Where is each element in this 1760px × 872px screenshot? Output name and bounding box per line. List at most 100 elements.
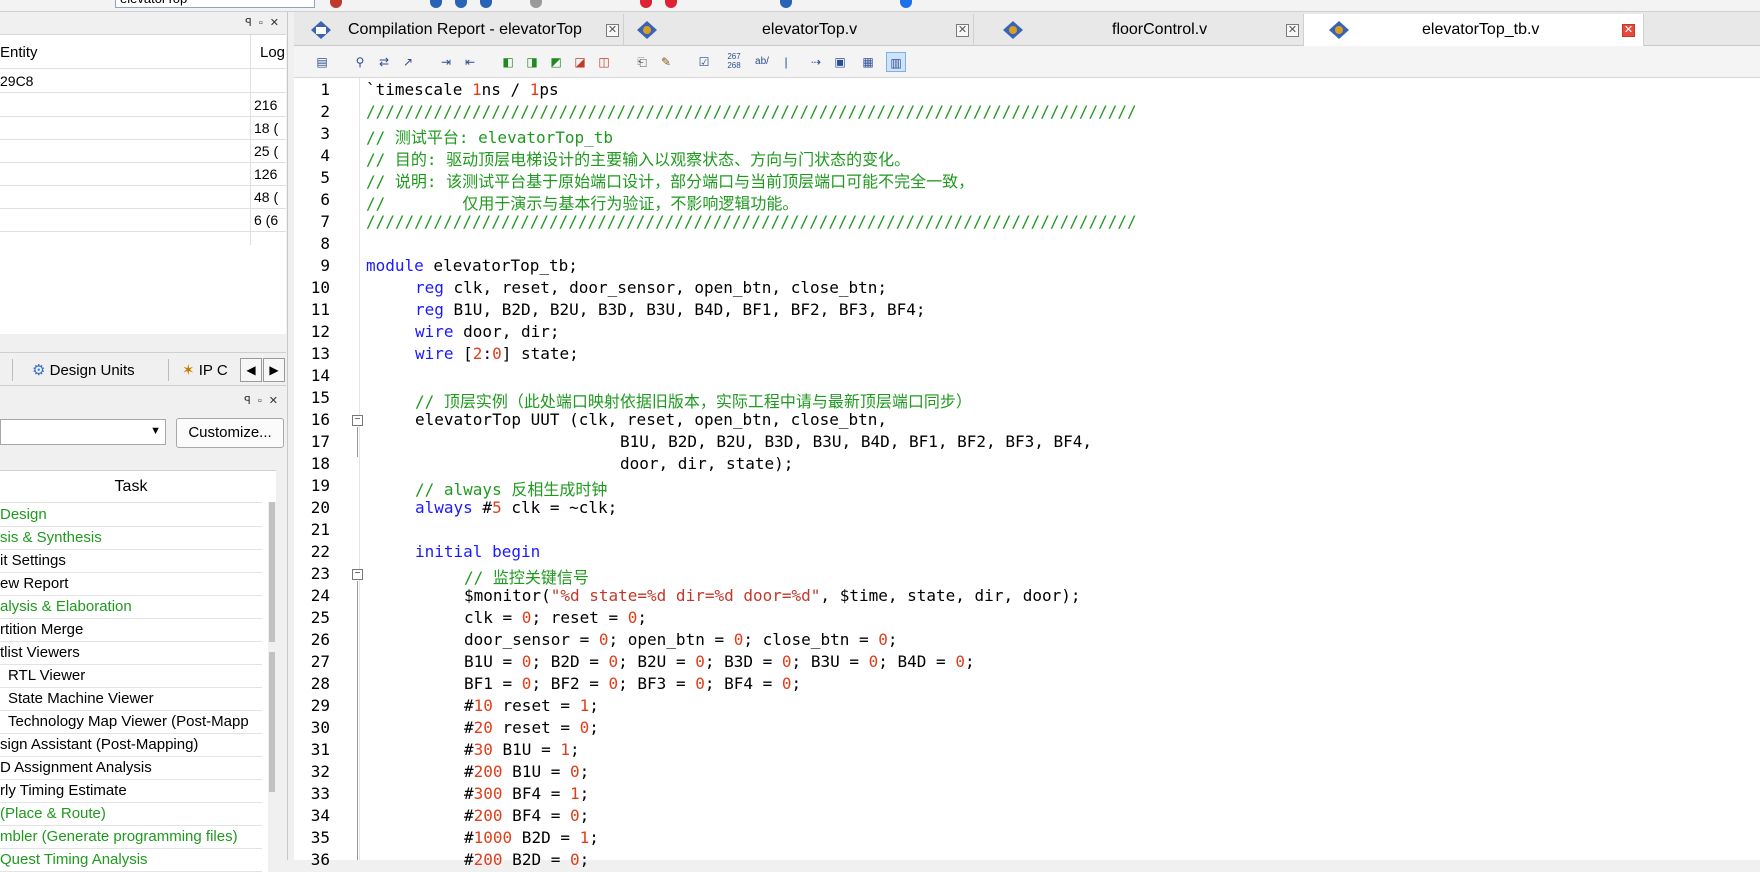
task-item[interactable]: sis & Synthesis bbox=[0, 527, 262, 550]
code-line: reg B1U, B2D, B2U, B3D, B3U, B4D, BF1, B… bbox=[415, 300, 926, 319]
new-window-icon[interactable]: ▤ bbox=[312, 52, 332, 72]
code-line: #200 BF4 = 0; bbox=[464, 806, 590, 825]
line-number-icon[interactable]: 267 268 bbox=[724, 52, 744, 72]
table-row[interactable]: 6 (6 bbox=[0, 209, 286, 232]
goto-icon[interactable]: ↗ bbox=[398, 52, 418, 72]
clear-bookmark-icon[interactable]: ◪ bbox=[570, 52, 590, 72]
unindent-icon[interactable]: ⇤ bbox=[460, 52, 480, 72]
attach-icon[interactable]: ⎗ bbox=[632, 52, 652, 72]
task-list-scrollbar[interactable] bbox=[268, 502, 276, 872]
code-line: initial begin bbox=[415, 542, 541, 561]
line-number: 35 bbox=[310, 828, 330, 847]
line-number: 26 bbox=[310, 630, 330, 649]
line-number: 13 bbox=[310, 344, 330, 363]
compile-icon[interactable] bbox=[330, 0, 342, 8]
insert-icon[interactable]: ⇢ bbox=[806, 52, 826, 72]
code-line: // always 反相生成时钟 bbox=[415, 480, 608, 499]
task-item[interactable]: ew Report bbox=[0, 573, 262, 596]
task-item[interactable]: State Machine Viewer bbox=[0, 688, 262, 711]
stop-icon[interactable] bbox=[640, 0, 652, 8]
search-input[interactable]: elevatorTop bbox=[115, 0, 315, 8]
programmer-icon[interactable] bbox=[780, 0, 792, 8]
table-row[interactable]: 216 bbox=[0, 94, 286, 117]
code-line: // 监控关键信号 bbox=[464, 568, 589, 587]
line-number: 1 bbox=[320, 80, 330, 99]
whitespace-toggle-icon[interactable]: ▥ bbox=[886, 52, 906, 72]
template-icon[interactable]: ✎ bbox=[656, 52, 676, 72]
bookmark-icon[interactable]: ◧ bbox=[498, 52, 518, 72]
table-row[interactable]: 25 ( bbox=[0, 140, 286, 163]
fitter-icon[interactable] bbox=[480, 0, 492, 8]
line-number: 11 bbox=[310, 300, 330, 319]
fold-toggle-icon[interactable]: − bbox=[352, 569, 363, 580]
find-replace-icon[interactable]: ⇄ bbox=[374, 52, 394, 72]
globe-icon[interactable] bbox=[900, 0, 912, 8]
task-item[interactable]: mbler (Generate programming files) bbox=[0, 826, 262, 849]
col-entity: Entity bbox=[0, 44, 38, 61]
task-item[interactable]: sign Assistant (Post-Mapping) bbox=[0, 734, 262, 757]
task-item[interactable]: Technology Map Viewer (Post-Mapp bbox=[0, 711, 262, 734]
close-icon[interactable]: ✕ bbox=[956, 24, 969, 37]
tab-compilation-report[interactable]: Compilation Report - elevatorTop ✕ bbox=[294, 14, 624, 46]
line-number: 8 bbox=[320, 234, 330, 253]
indent-icon[interactable]: ⇥ bbox=[436, 52, 456, 72]
table-row[interactable]: 126 bbox=[0, 163, 286, 186]
tasks-float-close-icon[interactable]: ꟼ ▫ ✕ bbox=[244, 394, 280, 407]
table-row[interactable]: 48 ( bbox=[0, 186, 286, 209]
next-bookmark-icon[interactable]: ◨ bbox=[522, 52, 542, 72]
table-row[interactable]: 29C8 bbox=[0, 70, 286, 93]
tab-scroll-left-button[interactable]: ◀ bbox=[240, 358, 262, 382]
prev-bookmark-icon[interactable]: ◩ bbox=[546, 52, 566, 72]
tab-design-units[interactable]: ⚙ Design Units bbox=[32, 361, 135, 379]
tab-floorcontrol-v[interactable]: floorControl.v ✕ bbox=[974, 14, 1304, 46]
close-icon[interactable]: ✕ bbox=[1622, 24, 1635, 37]
line-number: 32 bbox=[310, 762, 330, 781]
close-icon[interactable]: ✕ bbox=[1286, 24, 1299, 37]
task-item[interactable]: alysis & Elaboration bbox=[0, 596, 262, 619]
start-icon[interactable] bbox=[430, 0, 442, 8]
timing-icon[interactable] bbox=[665, 0, 677, 8]
task-item[interactable]: rly Timing Estimate bbox=[0, 780, 262, 803]
code-line: door, dir, state); bbox=[620, 454, 794, 473]
task-item[interactable]: Quest Timing Analysis bbox=[0, 849, 262, 872]
verilog-file-icon bbox=[1003, 21, 1023, 39]
find-icon[interactable]: ⚲ bbox=[350, 52, 370, 72]
line-number: 12 bbox=[310, 322, 330, 341]
task-item[interactable]: Design bbox=[0, 504, 262, 527]
report-icon bbox=[311, 21, 331, 39]
panel-float-close-icon[interactable]: ꟼ ▫ ✕ bbox=[245, 16, 281, 29]
spell-icon[interactable]: ab/ bbox=[752, 52, 772, 72]
line-number: 28 bbox=[310, 674, 330, 693]
task-item[interactable]: (Place & Route) bbox=[0, 803, 262, 826]
line-number: 16 bbox=[310, 410, 330, 429]
customize-button[interactable]: Customize... bbox=[176, 418, 284, 448]
code-line: door_sensor = 0; open_btn = 0; close_btn… bbox=[464, 630, 898, 649]
check-icon[interactable]: ☑ bbox=[694, 52, 714, 72]
assembler-icon[interactable] bbox=[530, 0, 542, 8]
verilog-file-icon bbox=[637, 21, 657, 39]
code-line: B1U, B2D, B2U, B3D, B3U, B4D, BF1, BF2, … bbox=[620, 432, 1093, 451]
close-icon[interactable]: ✕ bbox=[606, 24, 619, 37]
task-item[interactable]: it Settings bbox=[0, 550, 262, 573]
analysis-icon[interactable] bbox=[455, 0, 467, 8]
line-number: 2 bbox=[320, 102, 330, 121]
table-row[interactable]: 18 ( bbox=[0, 117, 286, 140]
task-item[interactable]: tlist Viewers bbox=[0, 642, 262, 665]
code-line: // 说明: 该测试平台基于原始端口设计，部分端口与当前顶层端口可能不完全一致， bbox=[366, 172, 975, 191]
line-number: 7 bbox=[320, 212, 330, 231]
tab-elevatortop-tb-v[interactable]: elevatorTop_tb.v ✕ bbox=[1304, 14, 1644, 46]
code-editor[interactable]: 1 2 3 4 5 6 7 8 9 10 11 12 13 14 15 16 1… bbox=[294, 78, 1760, 869]
task-item[interactable]: RTL Viewer bbox=[0, 665, 262, 688]
separator-icon: | bbox=[784, 55, 788, 69]
fold-toggle-icon[interactable]: − bbox=[352, 415, 363, 426]
delete-bookmark-icon[interactable]: ◫ bbox=[594, 52, 614, 72]
flow-select[interactable]: ▼ bbox=[0, 419, 166, 445]
collapse-icon[interactable]: ▣ bbox=[830, 52, 850, 72]
line-number: 23 bbox=[310, 564, 330, 583]
expand-icon[interactable]: ▦ bbox=[858, 52, 878, 72]
tab-scroll-right-button[interactable]: ▶ bbox=[263, 358, 285, 382]
task-item[interactable]: rtition Merge bbox=[0, 619, 262, 642]
task-item[interactable]: D Assignment Analysis bbox=[0, 757, 262, 780]
tab-ip-components[interactable]: ✶ IP C bbox=[182, 361, 228, 379]
tab-elevatortop-v[interactable]: elevatorTop.v ✕ bbox=[624, 14, 974, 46]
